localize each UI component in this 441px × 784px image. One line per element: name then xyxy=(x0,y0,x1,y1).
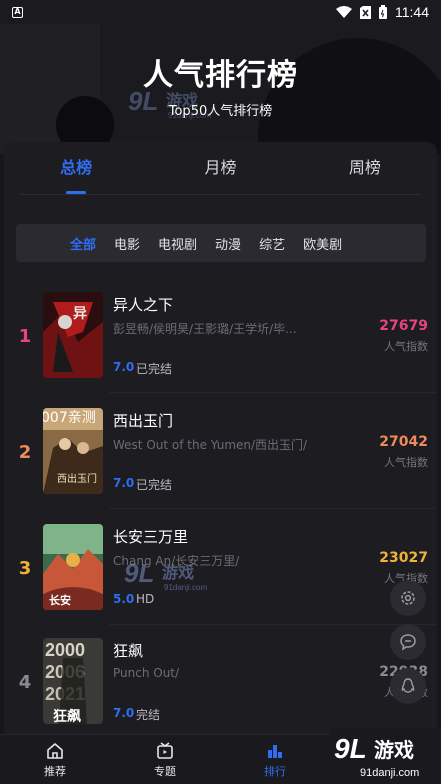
topic-icon xyxy=(157,742,173,759)
svg-text:91danji.com: 91danji.com xyxy=(360,767,419,779)
item-title: 长安三万里 xyxy=(113,528,189,546)
filter-anime[interactable]: 动漫 xyxy=(215,234,241,253)
divider xyxy=(20,194,421,195)
popularity-value: 27042 xyxy=(379,434,428,450)
svg-text:西出玉门: 西出玉门 xyxy=(57,472,97,485)
filter-movie[interactable]: 电影 xyxy=(114,234,140,253)
corner-watermark: 9L 游戏 91danji.com xyxy=(330,728,441,784)
item-status: 已完结 xyxy=(136,478,173,492)
gear-icon xyxy=(401,591,415,605)
svg-text:2000: 2000 xyxy=(45,640,85,660)
svg-text:长安: 长安 xyxy=(49,593,71,607)
poster-overlay-text: 狂飙 xyxy=(53,709,81,724)
item-cast: 彭昱畅/侯明昊/王影璐/王学圻/毕... xyxy=(113,322,297,336)
category-filter-bar: 全部 电影 电视剧 动漫 综艺 欧美剧 xyxy=(16,224,426,262)
rank-icon xyxy=(268,745,282,758)
list-item[interactable]: 1 异 异人之下 彭昱畅/侯明昊/王影璐/王学圻/毕... 7.0 已完结 27… xyxy=(4,292,437,408)
ranking-panel: 总榜 月榜 周榜 全部 电影 电视剧 动漫 综艺 欧美剧 1 异 异人之下 彭昱… xyxy=(4,142,437,742)
popularity-label: 人气指数 xyxy=(384,340,428,353)
svg-text:9L: 9L xyxy=(334,733,367,764)
item-title: 狂飙 xyxy=(113,642,144,660)
item-cast: West Out of the Yumen/西出玉门/ xyxy=(113,438,308,452)
rank-number: 1 xyxy=(18,326,32,347)
chat-bubble-icon xyxy=(400,634,416,651)
status-bar: A 11:44 xyxy=(0,0,441,24)
ranking-tabs: 总榜 月榜 周榜 xyxy=(4,142,437,194)
notification-a-icon: A xyxy=(12,6,23,18)
poster-overlay-text: 007亲测 xyxy=(43,410,96,426)
item-score: 7.0 xyxy=(113,360,135,374)
rank-number: 4 xyxy=(18,672,32,693)
tab-monthly[interactable]: 月榜 xyxy=(148,142,292,194)
poster-image[interactable]: 西出玉门 007亲测 xyxy=(43,408,103,494)
rank-number: 3 xyxy=(18,558,32,579)
tab-weekly[interactable]: 周榜 xyxy=(293,142,437,194)
clock: 11:44 xyxy=(395,4,429,20)
popularity-label: 人气指数 xyxy=(384,456,428,469)
poster-image[interactable]: 异 xyxy=(43,292,103,378)
page-title: 人气排行榜 xyxy=(143,58,298,93)
qq-button[interactable] xyxy=(390,668,426,704)
svg-text:游戏: 游戏 xyxy=(162,563,194,582)
item-title: 异人之下 xyxy=(113,296,174,314)
page-subtitle: Top50人气排行榜 xyxy=(168,104,273,119)
no-sim-icon xyxy=(360,5,371,19)
popularity-value: 23027 xyxy=(379,550,428,566)
filter-all[interactable]: 全部 xyxy=(70,234,96,253)
svg-text:91danji.com: 91danji.com xyxy=(164,583,207,592)
tab-overall[interactable]: 总榜 xyxy=(4,142,148,194)
item-status: 完结 xyxy=(136,708,161,722)
settings-button[interactable] xyxy=(390,580,426,616)
item-score: 7.0 xyxy=(113,706,135,720)
nav-ranking[interactable]: 排行 xyxy=(220,735,330,784)
item-status: 已完结 xyxy=(136,362,173,376)
divider xyxy=(109,392,437,393)
nav-label: 推荐 xyxy=(44,765,66,778)
feedback-button[interactable] xyxy=(390,624,426,660)
item-title: 西出玉门 xyxy=(113,412,174,430)
svg-text:游戏: 游戏 xyxy=(374,738,414,762)
item-cast: Punch Out/ xyxy=(113,666,180,680)
filter-tv[interactable]: 电视剧 xyxy=(158,234,197,253)
poster-image[interactable]: 2000 2006 2021 狂飙 xyxy=(43,638,103,724)
divider xyxy=(109,624,437,625)
home-icon xyxy=(47,743,63,759)
page-header: 9L 游戏 91danji.com 人气排行榜 Top50人气排行榜 xyxy=(0,24,441,154)
nav-label: 专题 xyxy=(154,765,176,778)
wifi-icon xyxy=(336,6,352,18)
rank-number: 2 xyxy=(18,442,32,463)
watermark-logo: 9L 游戏 91danji.com xyxy=(122,556,222,600)
nav-recommend[interactable]: 推荐 xyxy=(0,735,110,784)
penguin-icon xyxy=(401,678,415,693)
divider xyxy=(109,508,437,509)
filter-western[interactable]: 欧美剧 xyxy=(303,234,342,253)
svg-text:9L: 9L xyxy=(124,558,154,588)
popularity-value: 27679 xyxy=(379,318,428,334)
svg-text:异: 异 xyxy=(73,306,87,322)
poster-image[interactable]: 长安 xyxy=(43,524,103,610)
filter-variety[interactable]: 综艺 xyxy=(259,234,285,253)
nav-label: 排行 xyxy=(264,765,286,778)
list-item[interactable]: 2 西出玉门 007亲测 西出玉门 West Out of the Yumen/… xyxy=(4,408,437,524)
battery-icon xyxy=(379,5,387,19)
item-score: 7.0 xyxy=(113,476,135,490)
nav-topic[interactable]: 专题 xyxy=(110,735,220,784)
